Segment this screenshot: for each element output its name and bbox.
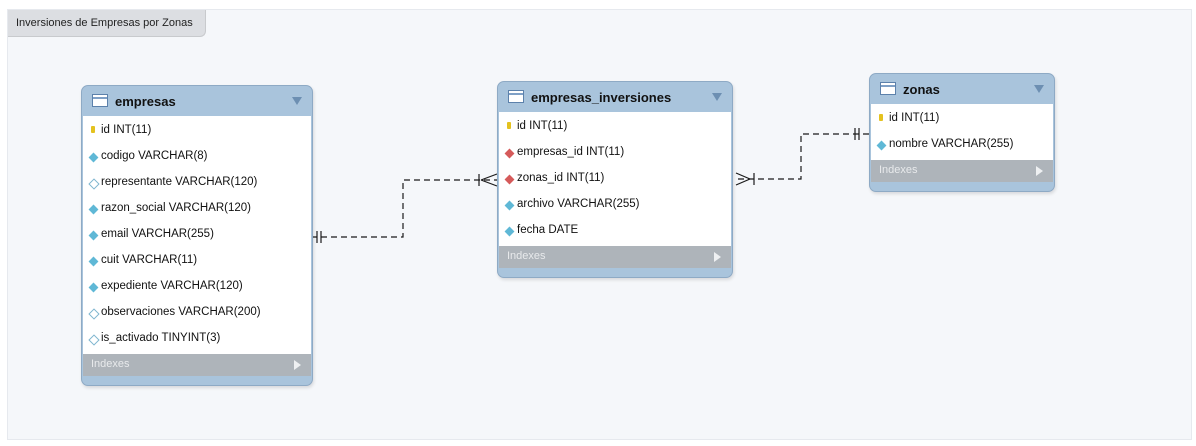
column-row[interactable]: email VARCHAR(255) — [83, 222, 311, 248]
relation-zonas-empresas-inversiones — [736, 133, 869, 180]
column-icon — [504, 226, 515, 237]
primary-key-icon — [507, 122, 511, 129]
column-label: archivo VARCHAR(255) — [517, 198, 640, 210]
column-label: fecha DATE — [517, 224, 579, 236]
column-label: empresas_id INT(11) — [517, 146, 625, 158]
table-empresas[interactable]: empresas id INT(11) codigo VARCHAR(8) repr… — [81, 85, 313, 386]
table-name: zonas — [903, 82, 940, 97]
nullable-column-icon — [88, 308, 100, 320]
collapse-icon[interactable] — [292, 97, 302, 105]
crow-foot-marker — [480, 173, 498, 181]
column-icon — [88, 204, 99, 215]
table-name: empresas_inversiones — [531, 90, 672, 105]
column-row[interactable]: id INT(11) — [871, 106, 1053, 132]
table-header[interactable]: zonas — [870, 74, 1054, 104]
primary-key-icon — [879, 114, 883, 121]
foreign-key-icon — [504, 148, 515, 159]
column-label: razon_social VARCHAR(120) — [101, 202, 251, 214]
column-label: codigo VARCHAR(8) — [101, 150, 208, 162]
indexes-label: Indexes — [507, 250, 546, 262]
column-label: nombre VARCHAR(255) — [889, 138, 1014, 150]
column-row[interactable]: id INT(11) — [499, 114, 731, 140]
column-label: id INT(11) — [101, 124, 152, 136]
column-row[interactable]: observaciones VARCHAR(200) — [83, 300, 311, 326]
column-label: is_activado TINYINT(3) — [101, 332, 221, 344]
column-icon — [88, 282, 99, 293]
column-label: id INT(11) — [889, 112, 940, 124]
collapse-icon[interactable] — [1034, 85, 1044, 93]
table-header[interactable]: empresas_inversiones — [498, 82, 732, 112]
nullable-column-icon — [88, 334, 100, 346]
column-row[interactable]: empresas_id INT(11) — [499, 140, 731, 166]
table-icon — [508, 90, 524, 103]
nullable-column-icon — [88, 178, 100, 190]
column-label: email VARCHAR(255) — [101, 228, 214, 240]
expand-icon[interactable] — [714, 252, 721, 262]
crow-foot-marker — [480, 179, 498, 187]
column-row[interactable]: archivo VARCHAR(255) — [499, 192, 731, 218]
crow-foot-marker — [735, 178, 751, 186]
column-label: zonas_id INT(11) — [517, 172, 605, 184]
table-empresas-inversiones[interactable]: empresas_inversiones id INT(11) empresas_… — [497, 81, 733, 278]
table-header[interactable]: empresas — [82, 86, 312, 116]
column-row[interactable]: codigo VARCHAR(8) — [83, 144, 311, 170]
column-label: expediente VARCHAR(120) — [101, 280, 243, 292]
column-icon — [88, 152, 99, 163]
column-row[interactable]: is_activado TINYINT(3) — [83, 326, 311, 352]
primary-key-icon — [91, 126, 95, 133]
column-icon — [876, 140, 887, 151]
indexes-section[interactable]: Indexes — [871, 160, 1053, 182]
indexes-section[interactable]: Indexes — [499, 246, 731, 268]
table-name: empresas — [115, 94, 176, 109]
column-row[interactable]: expediente VARCHAR(120) — [83, 274, 311, 300]
column-label: representante VARCHAR(120) — [101, 176, 258, 188]
table-zonas[interactable]: zonas id INT(11) nombre VARCHAR(255) Inde… — [869, 73, 1055, 192]
column-row[interactable]: representante VARCHAR(120) — [83, 170, 311, 196]
column-row[interactable]: id INT(11) — [83, 118, 311, 144]
column-list: id INT(11) nombre VARCHAR(255) — [871, 104, 1053, 160]
column-list: id INT(11) empresas_id INT(11) zonas_id IN… — [499, 112, 731, 246]
expand-icon[interactable] — [1036, 166, 1043, 176]
crow-foot-marker — [735, 172, 751, 180]
foreign-key-icon — [504, 174, 515, 185]
relation-empresas-empresas-inversiones — [311, 179, 497, 238]
table-icon — [92, 94, 108, 107]
column-list: id INT(11) codigo VARCHAR(8) representante… — [83, 116, 311, 354]
column-label: id INT(11) — [517, 120, 568, 132]
column-label: cuit VARCHAR(11) — [101, 254, 198, 266]
column-icon — [88, 230, 99, 241]
indexes-section[interactable]: Indexes — [83, 354, 311, 376]
column-row[interactable]: zonas_id INT(11) — [499, 166, 731, 192]
column-row[interactable]: fecha DATE — [499, 218, 731, 244]
column-label: observaciones VARCHAR(200) — [101, 306, 261, 318]
column-row[interactable]: nombre VARCHAR(255) — [871, 132, 1053, 158]
indexes-label: Indexes — [879, 164, 918, 176]
indexes-label: Indexes — [91, 358, 130, 370]
table-icon — [880, 82, 896, 95]
column-icon — [504, 200, 515, 211]
column-row[interactable]: razon_social VARCHAR(120) — [83, 196, 311, 222]
diagram-canvas[interactable]: Inversiones de Empresas por Zonas empres… — [7, 9, 1192, 440]
collapse-icon[interactable] — [712, 93, 722, 101]
column-icon — [88, 256, 99, 267]
expand-icon[interactable] — [294, 360, 301, 370]
column-row[interactable]: cuit VARCHAR(11) — [83, 248, 311, 274]
